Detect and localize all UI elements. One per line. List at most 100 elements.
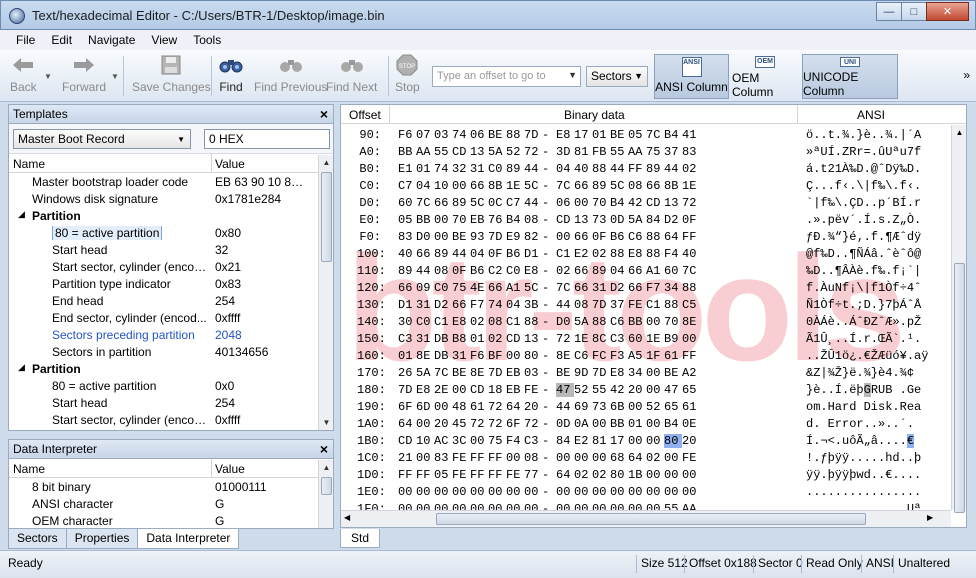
hex-row-bytes[interactable]: 40 66 89 44 04 0F B6 D1- C1 E2 02 88 E8 88 F4 40 bbox=[398, 247, 700, 261]
hex-byte[interactable]: 00 bbox=[646, 417, 664, 431]
hex-byte[interactable]: 00 bbox=[556, 230, 574, 244]
hex-grid[interactable]: btr-tools 90: F6 07 03 74 06 BE 88 7D - E8 17 01 BE 0… bbox=[341, 125, 951, 516]
hex-byte[interactable]: 64 bbox=[664, 230, 682, 244]
interpreter-row[interactable]: ANSI character G bbox=[9, 495, 333, 512]
hex-byte[interactable]: 89 bbox=[506, 162, 524, 176]
hex-row-bytes[interactable]: 6F 6D 00 48 61 72 64 20- 44 69 73 6B 00 52 65 61 bbox=[398, 400, 700, 414]
hex-byte[interactable]: 21 bbox=[398, 451, 416, 465]
hex-byte[interactable]: F4 bbox=[506, 434, 524, 448]
hex-byte[interactable]: BB bbox=[398, 145, 416, 159]
hex-byte[interactable]: 52 bbox=[506, 145, 524, 159]
hex-byte[interactable]: 72 bbox=[524, 145, 542, 159]
hex-byte[interactable]: 83 bbox=[398, 230, 416, 244]
hex-byte[interactable]: BF bbox=[488, 349, 506, 363]
hex-byte[interactable]: 00 bbox=[646, 434, 664, 448]
hex-byte[interactable]: 5C bbox=[610, 179, 628, 193]
hex-row-ansi[interactable]: Ñ1Òf÷t.;D.}7þÁˆÅ bbox=[806, 298, 921, 312]
hex-byte[interactable]: 77 bbox=[524, 468, 542, 482]
hex-byte[interactable]: 66 bbox=[574, 230, 592, 244]
hex-byte[interactable]: 0A bbox=[574, 417, 592, 431]
hex-byte[interactable]: CD bbox=[452, 145, 470, 159]
templates-scrollbar[interactable]: ▲ ▼ bbox=[318, 155, 333, 430]
hex-byte[interactable]: BE bbox=[664, 366, 682, 380]
hex-byte[interactable]: 40 bbox=[398, 247, 416, 261]
hex-byte[interactable]: EB bbox=[506, 383, 524, 397]
hex-byte[interactable]: 0F bbox=[592, 230, 610, 244]
hex-byte[interactable]: 89 bbox=[592, 264, 610, 278]
hex-row-ansi[interactable]: Ã1Û¸..Í.r.ŒÃ`.¹. bbox=[806, 332, 921, 346]
hex-byte[interactable]: 3B bbox=[524, 298, 542, 312]
col-name-header[interactable]: Name bbox=[13, 157, 45, 171]
hex-byte[interactable]: 31 bbox=[416, 332, 434, 346]
hex-byte[interactable]: 20 bbox=[434, 417, 452, 431]
hex-row[interactable]: 1A0: 64 00 20 45 72 72 6F 72- 0D 0A 00 BB 01 00 B4 0E d.… bbox=[341, 417, 951, 434]
oem-column-toggle[interactable]: OEM OEM Column bbox=[732, 54, 798, 99]
hex-byte[interactable]: C0 bbox=[488, 162, 506, 176]
hex-byte[interactable]: 08 bbox=[488, 315, 506, 329]
hex-byte[interactable]: 31 bbox=[592, 281, 610, 295]
hex-byte[interactable]: 55 bbox=[434, 145, 452, 159]
hex-byte[interactable]: 31 bbox=[416, 298, 434, 312]
hex-byte[interactable]: 00 bbox=[574, 485, 592, 499]
hex-byte[interactable]: 00 bbox=[434, 230, 452, 244]
hex-byte[interactable]: 60 bbox=[398, 196, 416, 210]
hex-byte[interactable]: 00 bbox=[682, 468, 700, 482]
hex-byte[interactable]: 64 bbox=[628, 451, 646, 465]
hex-byte[interactable]: C1 bbox=[556, 247, 574, 261]
hex-byte[interactable]: 44 bbox=[556, 400, 574, 414]
hex-row-bytes[interactable]: 7D E8 2E 00 CD 18 EB FE - 47 52 55 42 20 00 47 65 bbox=[398, 383, 700, 397]
hex-byte[interactable]: 44 bbox=[452, 247, 470, 261]
hex-row[interactable]: 180: 7D E8 2E 00 CD 18 EB FE - 47 52 55 42 20 00 47 65}è… bbox=[341, 383, 951, 400]
hex-byte[interactable]: 00 bbox=[452, 179, 470, 193]
template-row[interactable]: Start sector, cylinder (encod... 0x21 bbox=[9, 258, 333, 275]
hex-byte[interactable]: 72 bbox=[556, 332, 574, 346]
hex-byte[interactable]: 08 bbox=[434, 264, 452, 278]
hex-byte[interactable]: 3D bbox=[556, 145, 574, 159]
hex-byte[interactable]: 72 bbox=[682, 196, 700, 210]
hex-row-ansi[interactable]: f.ÀuNf¡\|f1Òf÷4ˆ bbox=[806, 281, 921, 295]
hex-row-bytes[interactable]: C7 04 10 00 66 8B 1E 5C - 7C 66 89 5C 08 66 8B 1E bbox=[398, 179, 700, 193]
hex-row[interactable]: E0: 05 BB 00 70 EB 76 B4 08- CD 13 73 0D 5A 84 D2 0F .».… bbox=[341, 213, 951, 230]
hex-byte[interactable]: 66 bbox=[398, 281, 416, 295]
template-row[interactable]: Start sector, cylinder (encod... 0xffff bbox=[9, 411, 333, 428]
hex-row[interactable]: 90: F6 07 03 74 06 BE 88 7D - E8 17 01 BE 05 7C B4 41 ö..… bbox=[341, 128, 951, 145]
hex-byte[interactable]: C3 bbox=[610, 332, 628, 346]
col-name-header[interactable]: Name bbox=[13, 462, 45, 476]
hex-byte[interactable]: C1 bbox=[434, 315, 452, 329]
hex-byte[interactable]: 26 bbox=[398, 366, 416, 380]
tab-properties[interactable]: Properties bbox=[65, 529, 139, 549]
hex-byte[interactable]: 83 bbox=[682, 145, 700, 159]
hex-byte[interactable]: 7D bbox=[524, 128, 542, 142]
hex-byte[interactable]: A2 bbox=[682, 366, 700, 380]
hex-byte[interactable]: 2E bbox=[434, 383, 452, 397]
hex-byte[interactable]: 5A bbox=[628, 213, 646, 227]
hex-byte[interactable]: 13 bbox=[574, 213, 592, 227]
hex-row-ansi[interactable]: !.ƒþÿÿ.....hd..þ bbox=[806, 451, 921, 465]
hex-byte[interactable]: 13 bbox=[664, 196, 682, 210]
hex-row[interactable]: A0: BB AA 55 CD 13 5A 52 72- 3D 81 FB 55 AA 75 37 83 »ªU… bbox=[341, 145, 951, 162]
hex-byte[interactable]: 66 bbox=[488, 281, 506, 295]
hex-byte[interactable]: 00 bbox=[524, 485, 542, 499]
hex-row[interactable]: 120: 66 09 C0 75 4E 66 A1 5C - 7C 66 31 D2 66 F7 34 88 f.… bbox=[341, 281, 951, 298]
hex-byte[interactable]: FE bbox=[452, 451, 470, 465]
hex-byte[interactable]: BE bbox=[452, 366, 470, 380]
hex-byte[interactable]: 55 bbox=[610, 145, 628, 159]
hex-byte[interactable]: 8E bbox=[556, 349, 574, 363]
hex-byte[interactable]: E2 bbox=[574, 434, 592, 448]
hex-row-ansi[interactable]: d. Error..»..´. bbox=[806, 417, 914, 431]
hex-byte[interactable]: E8 bbox=[524, 264, 542, 278]
scroll-thumb[interactable] bbox=[321, 172, 332, 262]
col-value-header[interactable]: Value bbox=[215, 462, 245, 476]
hex-byte[interactable]: 01 bbox=[398, 349, 416, 363]
hex-byte[interactable]: 7C bbox=[682, 264, 700, 278]
hex-byte[interactable]: 04 bbox=[416, 179, 434, 193]
hex-row[interactable]: 100: 40 66 89 44 04 0F B6 D1- C1 E2 02 88 E8 88 F4 40 @f… bbox=[341, 247, 951, 264]
hex-byte[interactable]: 05 bbox=[398, 213, 416, 227]
hex-byte[interactable]: B4 bbox=[506, 213, 524, 227]
hex-row-ansi[interactable]: 0ÀÁè..ÁˆÐZˆÆ».pŽ bbox=[806, 315, 921, 329]
hex-byte[interactable]: BE bbox=[488, 128, 506, 142]
scroll-down-icon[interactable]: ▼ bbox=[319, 415, 334, 430]
hex-byte[interactable]: E9 bbox=[506, 230, 524, 244]
hex-byte[interactable]: 42 bbox=[628, 196, 646, 210]
hex-byte[interactable]: 89 bbox=[646, 162, 664, 176]
